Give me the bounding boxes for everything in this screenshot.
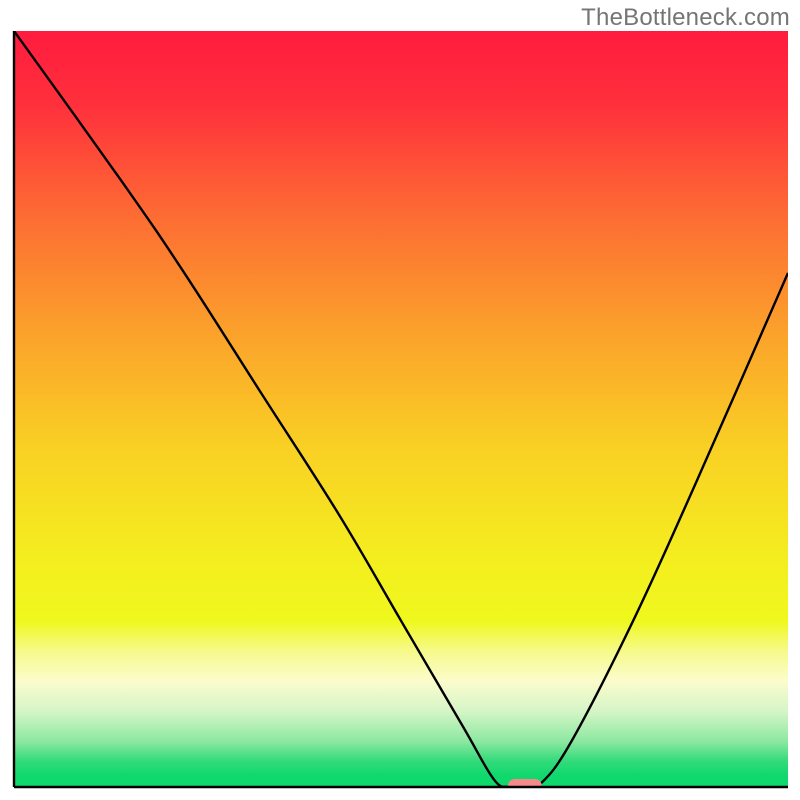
bottleneck-chart [0,0,800,800]
chart-container: TheBottleneck.com [0,0,800,800]
gradient-background [14,31,788,787]
watermark-text: TheBottleneck.com [581,4,790,32]
